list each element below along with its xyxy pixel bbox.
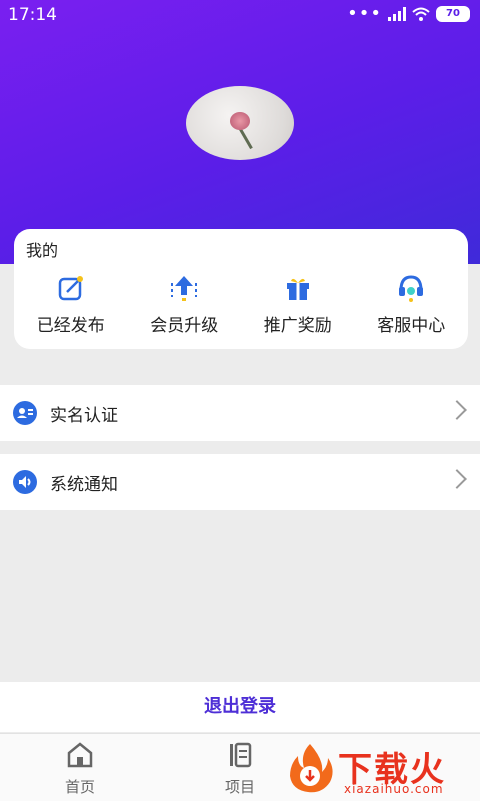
gift-icon xyxy=(283,273,313,303)
profile-header: 17:14 ••• 70 xyxy=(0,0,480,264)
menu-item-real-name[interactable]: 实名认证 xyxy=(0,385,480,441)
project-icon xyxy=(225,740,255,770)
chevron-right-icon xyxy=(447,469,467,489)
avatar[interactable] xyxy=(186,86,294,160)
watermark-domain: xiazaihuo.com xyxy=(344,782,444,796)
home-icon xyxy=(65,740,95,770)
battery-indicator: 70 xyxy=(436,6,470,22)
more-dots-icon: ••• xyxy=(347,3,382,24)
speaker-icon xyxy=(13,470,37,494)
headset-icon xyxy=(396,273,426,303)
service-label: 客服中心 xyxy=(377,316,446,336)
service-button[interactable]: 客服中心 xyxy=(355,273,469,343)
upgrade-icon xyxy=(169,273,199,303)
upgrade-label: 会员升级 xyxy=(150,316,219,336)
upgrade-button[interactable]: 会员升级 xyxy=(128,273,242,343)
published-label: 已经发布 xyxy=(36,316,105,336)
status-bar: 17:14 ••• 70 xyxy=(0,0,480,30)
tab-home-label: 首页 xyxy=(64,778,95,796)
signal-icon xyxy=(388,7,406,21)
status-time: 17:14 xyxy=(8,5,57,25)
watermark-logo: 下载火 xiazaihuo.com xyxy=(284,740,474,796)
menu-label-real-name: 实名认证 xyxy=(50,406,118,426)
card-title: 我的 xyxy=(26,241,59,260)
id-card-icon xyxy=(13,401,37,425)
logout-button[interactable]: 退出登录 xyxy=(0,682,480,732)
menu-item-notifications[interactable]: 系统通知 xyxy=(0,454,480,510)
menu-label-notifications: 系统通知 xyxy=(50,475,118,495)
tab-project-label: 项目 xyxy=(224,778,255,796)
edit-icon xyxy=(56,273,86,303)
reward-label: 推广奖励 xyxy=(263,316,332,336)
fire-logo-icon xyxy=(284,742,336,794)
wifi-icon xyxy=(412,7,430,21)
tab-project[interactable]: 项目 xyxy=(200,740,280,797)
tab-home[interactable]: 首页 xyxy=(40,740,120,797)
reward-button[interactable]: 推广奖励 xyxy=(241,273,355,343)
my-card: 我的 已经发布 会员升级 推广奖励 客服中心 xyxy=(14,229,468,349)
chevron-right-icon xyxy=(447,400,467,420)
published-button[interactable]: 已经发布 xyxy=(14,273,128,343)
